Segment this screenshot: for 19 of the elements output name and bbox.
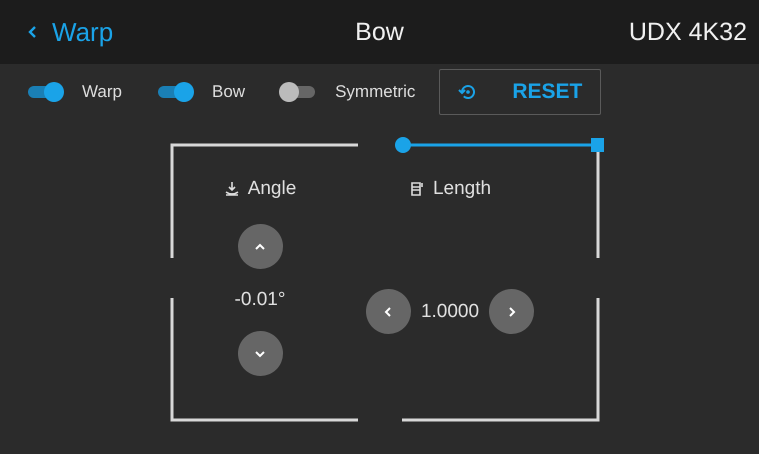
reset-button[interactable]: RESET [439,69,602,115]
angle-value: -0.01° [234,289,286,311]
decrease-button[interactable] [366,289,411,334]
increase-button[interactable] [238,224,282,269]
device-name: UDX 4K32 [628,18,747,46]
screen-title: Bow [354,18,405,46]
back-button[interactable]: Warp [28,16,114,48]
toggle-label: Bow [212,82,246,102]
decrease-button[interactable] [238,331,282,376]
toggle-label: Symmetric [335,82,416,102]
angle-label: Angle [248,178,296,200]
length-value: 1.0000 [420,300,480,322]
angle-icon [224,181,240,197]
increase-button[interactable] [489,289,534,334]
length-label: Length [432,178,492,200]
toggle-label: Warp [82,82,122,102]
bow-edge-handle[interactable] [395,137,604,153]
back-chevron-icon [28,24,38,40]
length-icon [408,181,425,197]
